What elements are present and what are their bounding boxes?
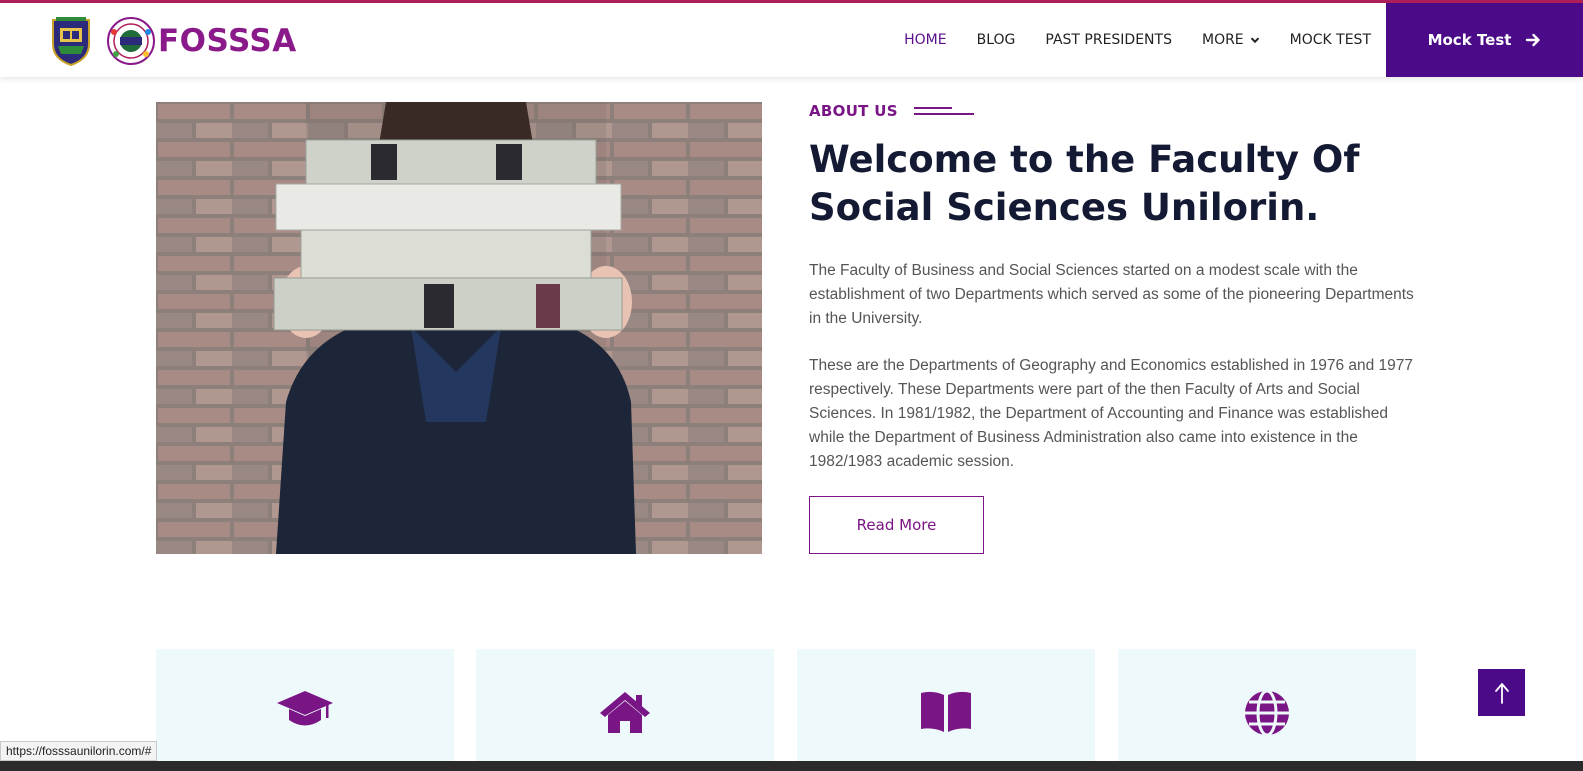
globe-icon (1245, 689, 1289, 737)
window-bottom-edge (0, 761, 1583, 771)
nav-past-presidents-label: PAST PRESIDENTS (1045, 32, 1172, 48)
mock-test-button-label: Mock Test (1427, 31, 1512, 49)
feature-card-library[interactable] (797, 649, 1095, 771)
about-headline: Welcome to the Faculty Of Social Science… (809, 138, 1360, 229)
nav-more-dropdown[interactable]: MORE (1202, 32, 1260, 48)
home-icon (600, 692, 650, 733)
person-holding-books-photo (156, 102, 762, 554)
logo[interactable]: FOSSSA (50, 15, 297, 67)
brand-name: FOSSSA (158, 23, 297, 59)
nav-home-label: HOME (904, 32, 947, 48)
graduation-cap-icon (277, 691, 333, 726)
nav-blog[interactable]: BLOG (977, 32, 1016, 48)
about-tag-label: ABOUT US (809, 102, 898, 120)
feature-card-education[interactable] (156, 649, 454, 771)
navbar: FOSSSA HOME BLOG PAST PRESIDENTS MORE MO… (0, 3, 1583, 77)
arrow-right-icon (1526, 33, 1541, 47)
chevron-down-icon (1250, 37, 1259, 44)
nav-past-presidents[interactable]: PAST PRESIDENTS (1045, 32, 1172, 48)
about-section: ABOUT US Welcome to the Faculty Of Socia… (809, 102, 1429, 554)
university-crest-logo (52, 17, 90, 66)
about-paragraph-1: The Faculty of Business and Social Scien… (809, 262, 1414, 327)
nav-mock-test-label: MOCK TEST (1289, 32, 1371, 48)
nav-mock-test[interactable]: MOCK TEST (1290, 32, 1371, 48)
status-bar-url: https://fosssaunilorin.com/# (0, 741, 158, 761)
scroll-to-top-button[interactable] (1478, 669, 1525, 716)
mock-test-button[interactable]: Mock Test (1386, 3, 1583, 77)
nav-more-label: MORE (1201, 32, 1244, 48)
main-nav: HOME BLOG PAST PRESIDENTS MORE MOCK TEST (874, 3, 1371, 77)
nav-blog-label: BLOG (976, 32, 1016, 48)
feature-card-home[interactable] (476, 649, 774, 771)
book-open-icon (921, 691, 971, 732)
feature-card-global[interactable] (1118, 649, 1416, 771)
about-tag: ABOUT US (809, 102, 1429, 120)
read-more-button[interactable]: Read More (809, 496, 984, 554)
fosssa-seal-logo (107, 17, 155, 65)
nav-home[interactable]: HOME (904, 32, 946, 48)
arrow-up-icon (1494, 682, 1509, 704)
about-paragraph-2: These are the Departments of Geography a… (809, 357, 1414, 470)
about-tag-divider (913, 107, 974, 115)
about-image (156, 102, 762, 554)
